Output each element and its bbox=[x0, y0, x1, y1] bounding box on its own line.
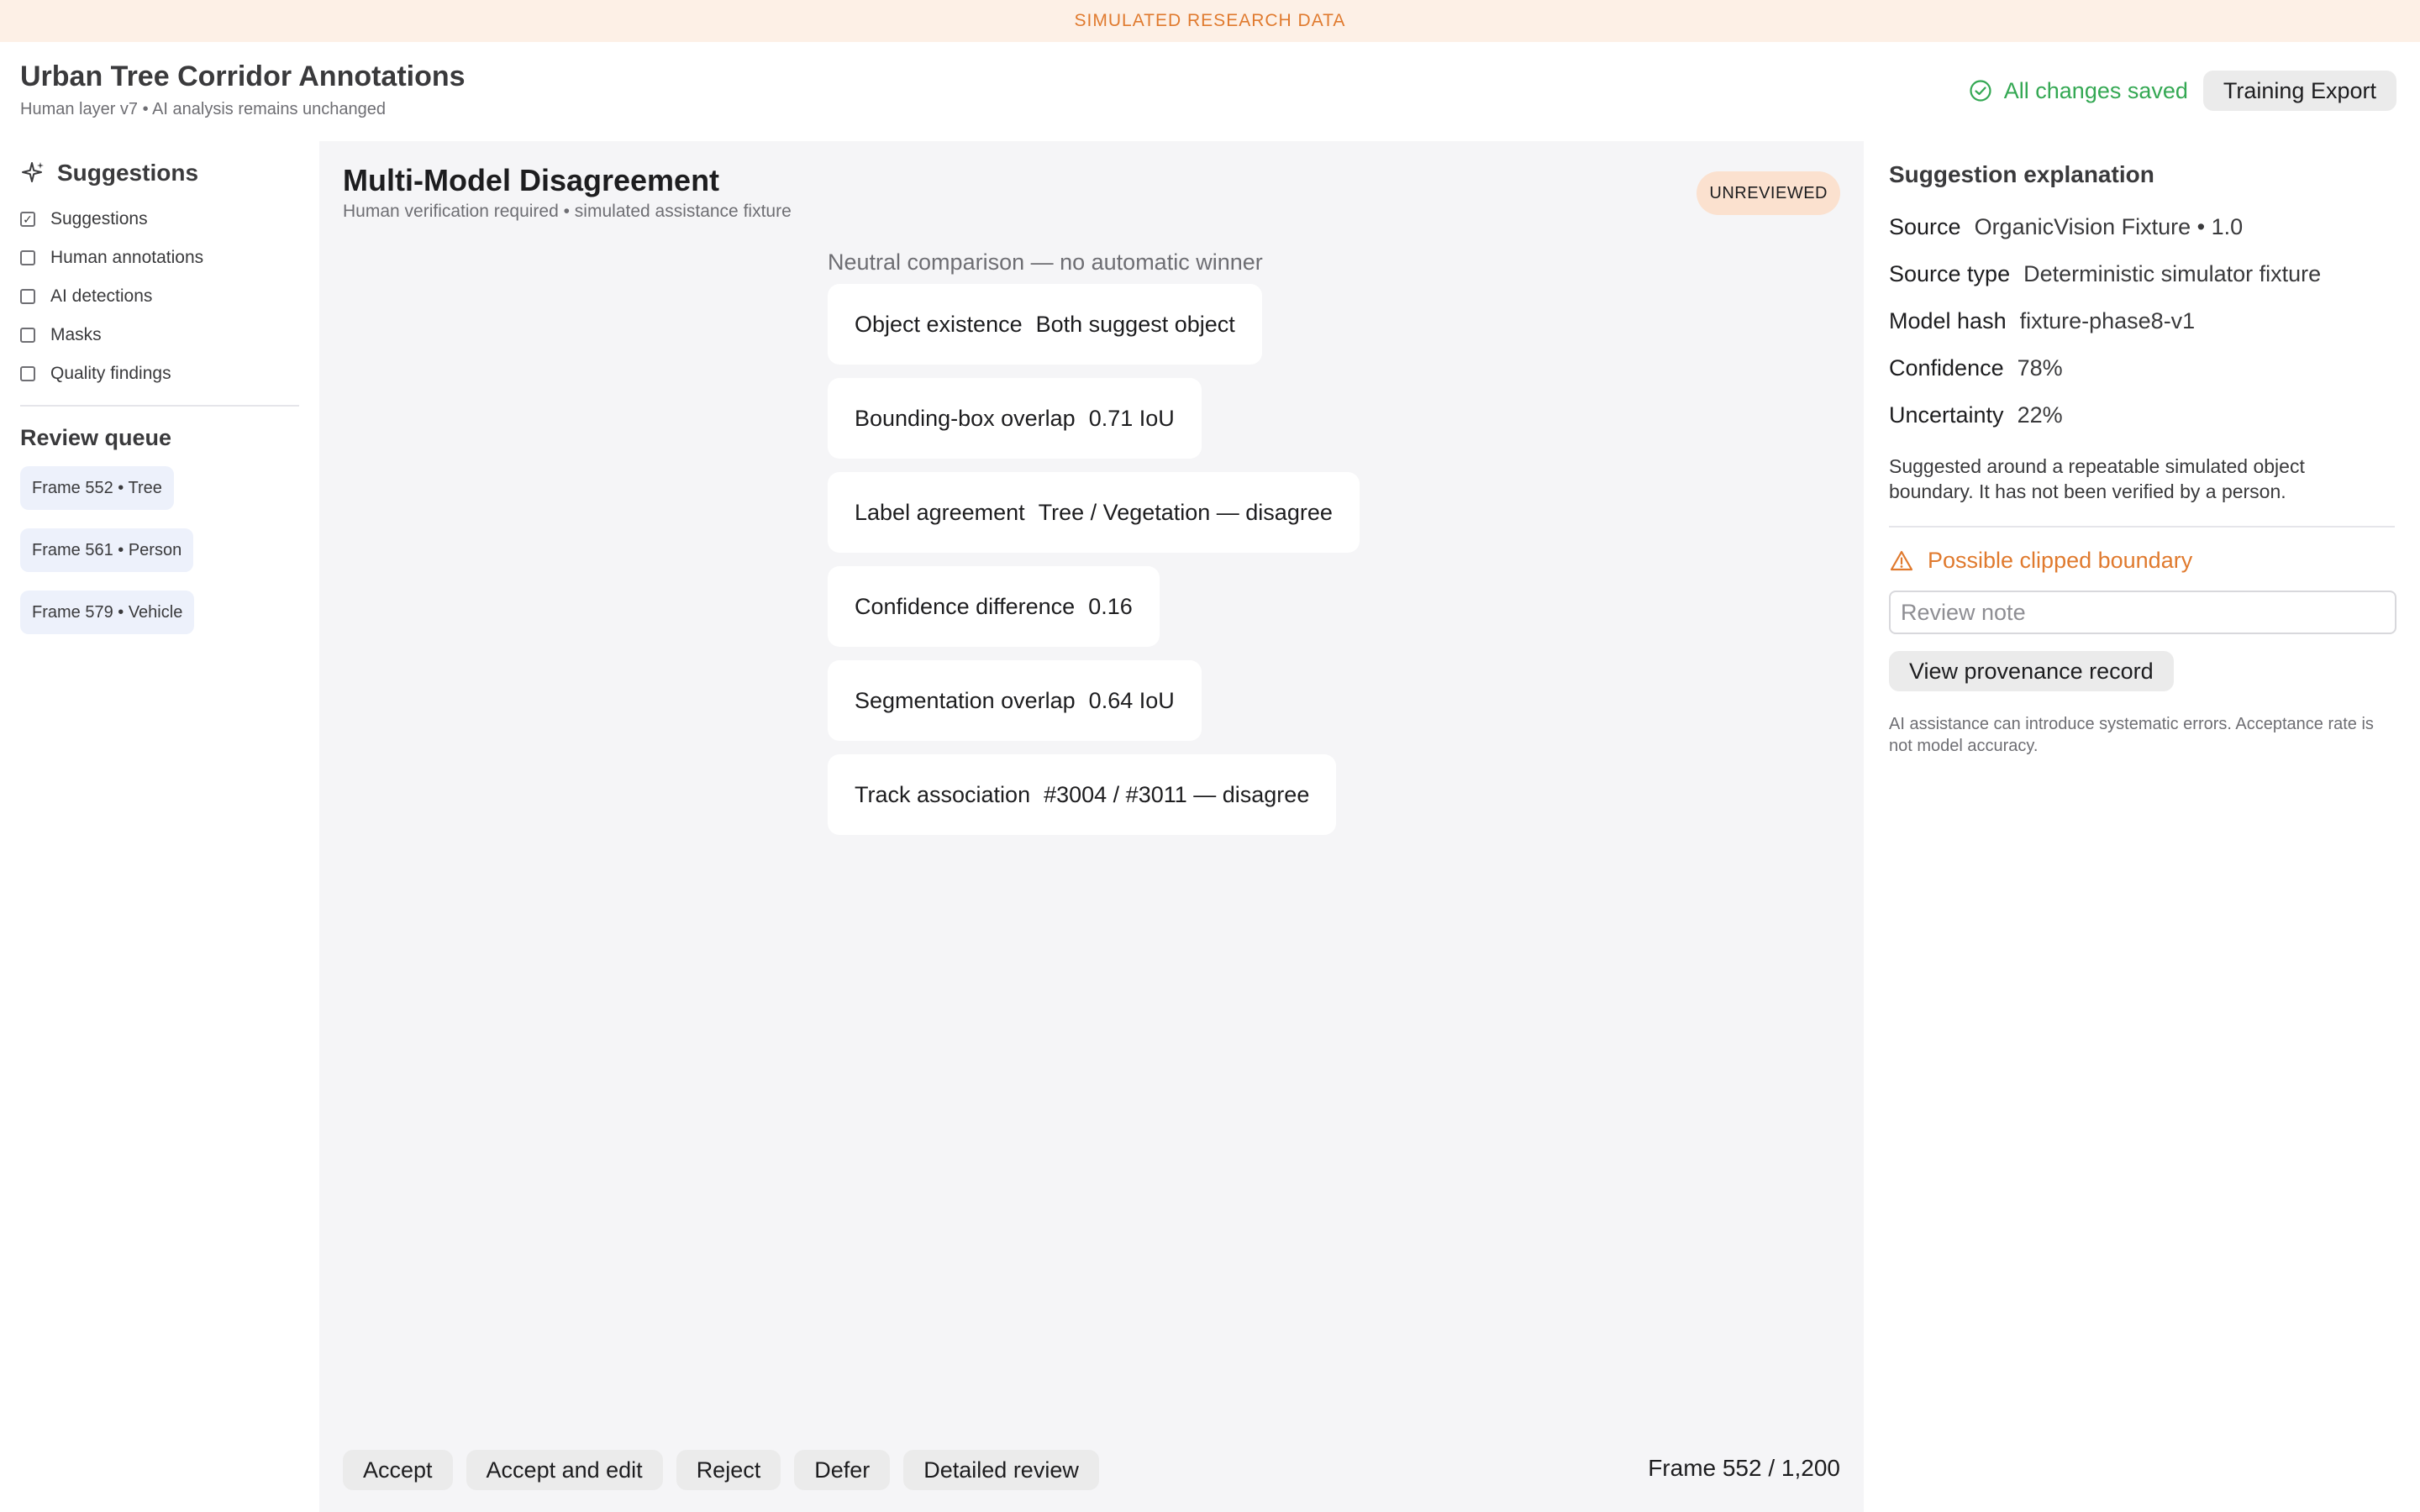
property-source-type: Source type Deterministic simulator fixt… bbox=[1889, 250, 2395, 297]
metric-list: Object existence Both suggest object Bou… bbox=[828, 284, 1360, 835]
app-header: Urban Tree Corridor Annotations Human la… bbox=[0, 42, 2420, 141]
metric-label: Bounding-box overlap bbox=[855, 405, 1076, 431]
metric-value: 0.16 bbox=[1088, 593, 1133, 619]
training-export-button[interactable]: Training Export bbox=[2202, 71, 2396, 111]
left-sidebar: Suggestions ✓ Suggestions Human annotati… bbox=[0, 141, 319, 1512]
metric-value: 0.71 IoU bbox=[1088, 405, 1175, 431]
review-note-input[interactable] bbox=[1889, 591, 2396, 634]
panel-subtitle: Human verification required • simulated … bbox=[343, 202, 792, 221]
defer-button[interactable]: Defer bbox=[794, 1450, 891, 1490]
layer-toggle-list: ✓ Suggestions Human annotations AI detec… bbox=[20, 200, 299, 393]
project-subtitle: Human layer v7 • AI analysis remains unc… bbox=[20, 100, 387, 118]
sparkle-icon bbox=[22, 162, 44, 182]
metric-bbox-overlap: Bounding-box overlap 0.71 IoU bbox=[828, 378, 1202, 459]
property-key: Model hash bbox=[1889, 307, 2007, 333]
save-status: All changes saved bbox=[1969, 78, 2188, 104]
suggestion-detail-panel: Suggestion explanation Source OrganicVis… bbox=[1864, 141, 2420, 1512]
metric-value: Both suggest object bbox=[1035, 311, 1235, 337]
comparison-caption: Neutral comparison — no automatic winner bbox=[828, 249, 1263, 275]
layer-label: AI detections bbox=[50, 286, 153, 306]
quality-warning: Possible clipped boundary bbox=[1889, 548, 2395, 574]
review-action-bar: Accept Accept and edit Reject Defer Deta… bbox=[343, 1450, 1099, 1490]
metric-label: Confidence difference bbox=[855, 593, 1076, 619]
accept-button[interactable]: Accept bbox=[343, 1450, 453, 1490]
ai-disclaimer: AI assistance can introduce systematic e… bbox=[1889, 715, 2374, 755]
layer-toggle-ai-detections[interactable]: AI detections bbox=[20, 277, 299, 316]
detail-divider bbox=[1889, 526, 2395, 528]
header-actions: All changes saved Training Export bbox=[1969, 71, 2396, 111]
layer-toggle-human-annotations[interactable]: Human annotations bbox=[20, 239, 299, 277]
save-status-label: All changes saved bbox=[2003, 77, 2188, 103]
model-comparison: Neutral comparison — no automatic winner… bbox=[828, 244, 1360, 835]
property-confidence: Confidence 78% bbox=[1889, 344, 2395, 391]
metric-track-association: Track association #3004 / #3011 — disagr… bbox=[828, 754, 1337, 835]
queue-item-frame-552[interactable]: Frame 552 • Tree bbox=[20, 466, 174, 510]
layer-label: Suggestions bbox=[50, 209, 148, 228]
layer-toggle-suggestions[interactable]: ✓ Suggestions bbox=[20, 200, 299, 239]
layer-toggle-masks[interactable]: Masks bbox=[20, 316, 299, 354]
property-key: Uncertainty bbox=[1889, 402, 2004, 428]
property-key: Confidence bbox=[1889, 354, 2004, 381]
suggestion-properties: Source OrganicVision Fixture • 1.0 Sourc… bbox=[1889, 203, 2395, 438]
property-source: Source OrganicVision Fixture • 1.0 bbox=[1889, 203, 2395, 250]
metric-label: Segmentation overlap bbox=[855, 687, 1076, 713]
metric-value: #3004 / #3011 — disagree bbox=[1044, 781, 1310, 807]
layers-header: Suggestions bbox=[20, 160, 299, 186]
checkbox[interactable] bbox=[20, 328, 35, 343]
review-queue-list: Frame 552 • Tree Frame 561 • Person Fram… bbox=[20, 466, 299, 634]
layer-label: Quality findings bbox=[50, 364, 171, 383]
property-key: Source bbox=[1889, 213, 1961, 239]
accept-and-edit-button[interactable]: Accept and edit bbox=[466, 1450, 663, 1490]
warning-label: Possible clipped boundary bbox=[1928, 548, 2193, 573]
view-provenance-button[interactable]: View provenance record bbox=[1889, 651, 2174, 691]
detail-title: Suggestion explanation bbox=[1889, 161, 2154, 187]
review-queue-title: Review queue bbox=[20, 425, 172, 450]
project-title: Urban Tree Corridor Annotations bbox=[20, 60, 466, 92]
reject-button[interactable]: Reject bbox=[676, 1450, 781, 1490]
layer-label: Human annotations bbox=[50, 248, 204, 267]
property-model-hash: Model hash fixture-phase8-v1 bbox=[1889, 297, 2395, 344]
metric-label: Track association bbox=[855, 781, 1031, 807]
queue-item-frame-579[interactable]: Frame 579 • Vehicle bbox=[20, 591, 195, 634]
property-uncertainty: Uncertainty 22% bbox=[1889, 391, 2395, 438]
metric-value: Tree / Vegetation — disagree bbox=[1038, 499, 1333, 525]
checkbox-checked[interactable]: ✓ bbox=[20, 212, 35, 227]
metric-label: Object existence bbox=[855, 311, 1023, 337]
status-badge: UNREVIEWED bbox=[1697, 171, 1840, 215]
metric-label: Label agreement bbox=[855, 499, 1025, 525]
property-value: Deterministic simulator fixture bbox=[2023, 260, 2322, 286]
metric-object-existence: Object existence Both suggest object bbox=[828, 284, 1262, 365]
property-value: OrganicVision Fixture • 1.0 bbox=[1974, 213, 2244, 239]
property-value: 22% bbox=[2017, 402, 2063, 428]
checkbox[interactable] bbox=[20, 289, 35, 304]
detailed-review-button[interactable]: Detailed review bbox=[903, 1450, 1099, 1490]
frame-counter: Frame 552 / 1,200 bbox=[1648, 1455, 1840, 1481]
property-value: fixture-phase8-v1 bbox=[2019, 307, 2196, 333]
metric-segmentation-overlap: Segmentation overlap 0.64 IoU bbox=[828, 660, 1202, 741]
suggestion-explanation-text: Suggested around a repeatable simulated … bbox=[1889, 455, 2305, 502]
checkbox[interactable] bbox=[20, 250, 35, 265]
queue-item-frame-561[interactable]: Frame 561 • Person bbox=[20, 528, 194, 572]
layer-label: Masks bbox=[50, 325, 102, 344]
sidebar-divider bbox=[20, 405, 299, 407]
layers-title: Suggestions bbox=[57, 160, 199, 186]
simulated-data-banner: SIMULATED RESEARCH DATA bbox=[0, 0, 2420, 42]
checkbox[interactable] bbox=[20, 366, 35, 381]
warning-triangle-icon bbox=[1890, 550, 1913, 570]
property-key: Source type bbox=[1889, 260, 2011, 286]
metric-label-agreement: Label agreement Tree / Vegetation — disa… bbox=[828, 472, 1360, 553]
metric-value: 0.64 IoU bbox=[1088, 687, 1175, 713]
review-panel: Multi-Model Disagreement Human verificat… bbox=[319, 141, 1864, 1512]
property-value: 78% bbox=[2017, 354, 2063, 381]
layer-toggle-quality-findings[interactable]: Quality findings bbox=[20, 354, 299, 393]
metric-confidence-difference: Confidence difference 0.16 bbox=[828, 566, 1160, 647]
panel-title: Multi-Model Disagreement bbox=[343, 163, 720, 197]
check-circle-icon bbox=[1970, 80, 1991, 102]
